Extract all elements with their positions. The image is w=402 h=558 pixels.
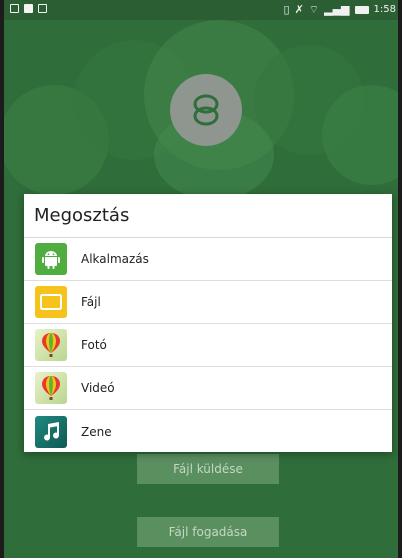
folder-icon (35, 286, 67, 318)
share-item-file[interactable]: Fájl (24, 281, 392, 324)
share-item-label: Videó (81, 381, 115, 395)
photo-balloon-icon (35, 329, 67, 361)
no-alarm-icon: ✗ (294, 3, 304, 16)
battery-icon (354, 5, 369, 14)
wifi-icon: ⌔ (308, 3, 320, 16)
status-bar: ▯ ✗ ⌔ ▂▄▆ 1:58 (4, 0, 398, 20)
notification-icons (10, 4, 47, 13)
link-rings-icon (193, 94, 219, 126)
share-link-logo (170, 74, 242, 146)
share-item-label: Fájl (81, 295, 101, 309)
dialog-title: Megosztás (24, 194, 392, 238)
share-dialog: Megosztás Alkalmazás Fájl Fotó Videó Zen… (24, 194, 392, 452)
image-icon (38, 4, 47, 13)
share-item-label: Alkalmazás (81, 252, 149, 266)
video-balloon-icon (35, 372, 67, 404)
signal-icon: ▂▄▆ (324, 3, 350, 16)
android-app-icon (35, 243, 67, 275)
share-item-music[interactable]: Zene (24, 410, 392, 453)
send-file-button[interactable]: Fájl küldése (137, 454, 279, 484)
share-item-label: Fotó (81, 338, 107, 352)
share-item-label: Zene (81, 424, 112, 439)
share-item-video[interactable]: Videó (24, 367, 392, 410)
document-icon (24, 4, 33, 13)
system-icons: ▯ ✗ ⌔ ▂▄▆ 1:58 (284, 3, 396, 16)
share-item-app[interactable]: Alkalmazás (24, 238, 392, 281)
share-item-photo[interactable]: Fotó (24, 324, 392, 367)
vibrate-icon: ▯ (283, 3, 290, 16)
music-note-icon (35, 415, 67, 448)
calendar-icon (10, 4, 19, 13)
status-time: 1:58 (373, 4, 396, 15)
app-screen: ▯ ✗ ⌔ ▂▄▆ 1:58 Fájl küldése Fájl fogadás… (4, 0, 398, 558)
receive-file-button[interactable]: Fájl fogadása (137, 517, 279, 547)
